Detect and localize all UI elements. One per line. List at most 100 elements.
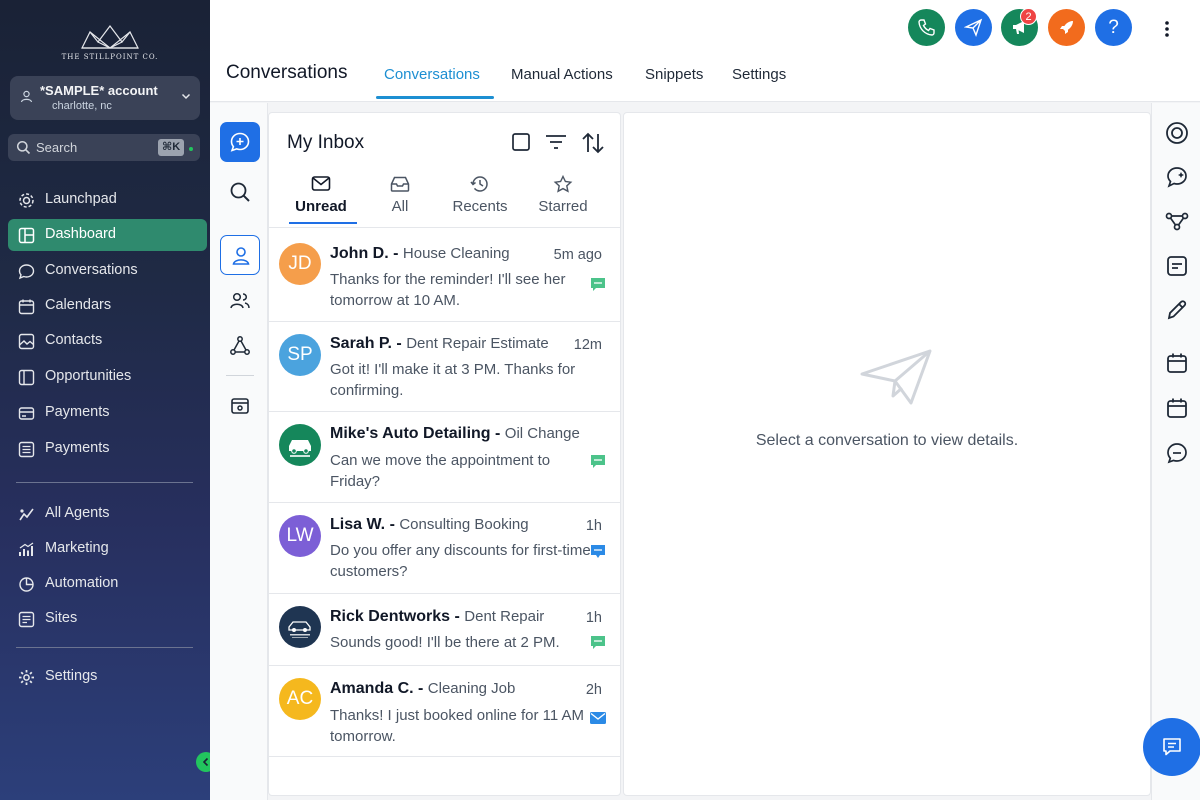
- sidebar-item-payments[interactable]: Payments: [8, 397, 207, 429]
- my-inbox-button[interactable]: [220, 235, 260, 275]
- sms-icon: [591, 636, 605, 649]
- sites-icon: [18, 611, 35, 628]
- conversation-item[interactable]: LW Lisa W. - Consulting Booking 1h Do yo…: [269, 503, 620, 594]
- select-all-checkbox-icon[interactable]: [511, 132, 531, 152]
- search-placeholder: Search: [36, 140, 78, 155]
- contacts-icon: [18, 333, 35, 350]
- sidebar-item-payments-2[interactable]: Payments: [8, 433, 207, 465]
- pen-icon[interactable]: [1165, 298, 1189, 322]
- sidebar-item-label: Opportunities: [45, 368, 132, 384]
- chat-widget-button[interactable]: [1143, 718, 1200, 776]
- new-message-button[interactable]: [220, 122, 260, 162]
- sidebar-item-launchpad[interactable]: Launchpad: [8, 184, 207, 216]
- crown-logo-icon: [81, 25, 139, 49]
- search-icon: [230, 182, 250, 202]
- sidebar-item-sites[interactable]: Sites: [8, 603, 207, 635]
- account-switcher[interactable]: *SAMPLE* account charlotte, nc: [10, 76, 200, 120]
- archived-button[interactable]: [220, 386, 260, 426]
- brand-logo[interactable]: THE STILLPOINT CO.: [60, 22, 160, 64]
- launch-button[interactable]: [1048, 9, 1085, 46]
- tab-settings[interactable]: Settings: [732, 66, 786, 102]
- avatar: [279, 424, 321, 466]
- conversation-preview: Do you offer any discounts for first-tim…: [330, 542, 591, 580]
- filter-tab-starred[interactable]: Starred: [528, 175, 598, 215]
- conversation-item[interactable]: Mike's Auto Detailing - Oil Change Can w…: [269, 412, 620, 503]
- sidebar-item-marketing[interactable]: Marketing: [8, 533, 207, 565]
- conversation-item[interactable]: AC Amanda C. - Cleaning Job 2h Thanks! I…: [269, 666, 620, 757]
- conversation-service: Oil Change: [504, 425, 580, 442]
- conversation-name: John D. - House Cleaning: [330, 245, 510, 262]
- contact-name: Sarah P.: [330, 335, 392, 352]
- email-icon: [590, 712, 606, 724]
- tab-snippets[interactable]: Snippets: [645, 66, 703, 102]
- contact-name: Lisa W.: [330, 516, 386, 533]
- conversation-item[interactable]: JD John D. - House Cleaning 5m ago Thank…: [269, 228, 620, 322]
- chat-plus-icon: [230, 132, 250, 152]
- workflow-icon[interactable]: [1165, 209, 1189, 233]
- conversation-time: 12m: [573, 337, 602, 353]
- conversation-name: Sarah P. - Dent Repair Estimate: [330, 335, 549, 352]
- phone-button[interactable]: [908, 9, 945, 46]
- network-icon: [230, 336, 250, 355]
- ai-chat-icon[interactable]: [1165, 165, 1189, 189]
- user-icon: [232, 247, 250, 265]
- payments-icon: [18, 407, 35, 420]
- notes-icon[interactable]: [1165, 254, 1189, 278]
- conversation-name: Lisa W. - Consulting Booking: [330, 516, 529, 533]
- conversation-name: Rick Dentworks - Dent Repair: [330, 608, 545, 625]
- sidebar-item-label: Sites: [45, 610, 78, 626]
- sidebar-item-opportunities[interactable]: Opportunities: [8, 361, 207, 393]
- help-label: ?: [1108, 17, 1119, 38]
- search-conversations-button[interactable]: [220, 172, 260, 212]
- sidebar-item-label: Calendars: [45, 297, 112, 313]
- sidebar-item-automation[interactable]: Automation: [8, 568, 207, 600]
- calendar-icon[interactable]: [1165, 351, 1189, 375]
- calendar-icon: [18, 299, 35, 315]
- sidebar-item-dashboard[interactable]: Dashboard: [8, 219, 207, 251]
- sidebar-item-label: Dashboard: [45, 226, 116, 242]
- rocket-icon: [1060, 21, 1073, 34]
- sidebar-item-settings[interactable]: Settings: [8, 661, 207, 693]
- inbox-title: My Inbox: [287, 132, 365, 153]
- conversation-preview: Can we move the appointment to Friday?: [330, 452, 551, 490]
- history-icon: [470, 176, 488, 192]
- sidebar-item-all-agents[interactable]: All Agents: [8, 498, 207, 530]
- message-minus-icon[interactable]: [1165, 441, 1189, 465]
- team-icon: [230, 292, 250, 309]
- filter-tab-unread[interactable]: Unread: [286, 175, 356, 215]
- account-location: charlotte, nc: [52, 100, 112, 112]
- conversation-preview: Thanks! I just booked online for 11 AM t…: [330, 707, 585, 745]
- tab-manual-actions[interactable]: Manual Actions: [511, 66, 613, 102]
- conversation-service: Dent Repair Estimate: [406, 335, 549, 352]
- sort-icon[interactable]: [581, 132, 605, 154]
- conversation-detail-pane: Select a conversation to view details.: [623, 112, 1151, 796]
- send-button[interactable]: [955, 9, 992, 46]
- conversation-preview: Got it! I'll make it at 3 PM. Thanks for…: [330, 361, 576, 399]
- more-options-icon[interactable]: [1159, 20, 1175, 38]
- conversation-name: Amanda C. - Cleaning Job: [330, 680, 516, 697]
- sidebar: THE STILLPOINT CO. *SAMPLE* account char…: [0, 0, 216, 800]
- contact-name: Amanda C.: [330, 680, 414, 697]
- gear-icon: [19, 670, 34, 685]
- paper-plane-icon: [964, 18, 983, 37]
- sidebar-divider: [16, 482, 193, 483]
- sidebar-item-calendars[interactable]: Calendars: [8, 290, 207, 322]
- avatar: [279, 606, 321, 648]
- target-icon[interactable]: [1165, 121, 1189, 145]
- sidebar-item-label: All Agents: [45, 505, 110, 521]
- sidebar-item-contacts[interactable]: Contacts: [8, 325, 207, 357]
- team-inbox-button[interactable]: [220, 281, 260, 321]
- sidebar-item-label: Launchpad: [45, 191, 117, 207]
- workflows-button[interactable]: [220, 326, 260, 366]
- conversation-item[interactable]: Rick Dentworks - Dent Repair 1h Sounds g…: [269, 594, 620, 666]
- conversation-item[interactable]: SP Sarah P. - Dent Repair Estimate 12m G…: [269, 322, 620, 412]
- filter-tab-recents[interactable]: Recents: [445, 175, 515, 215]
- filter-icon[interactable]: [545, 132, 567, 152]
- sidebar-item-conversations[interactable]: Conversations: [8, 255, 207, 287]
- user-icon: [20, 90, 33, 103]
- help-button[interactable]: ?: [1095, 9, 1132, 46]
- sidebar-search[interactable]: Search ⌘K: [8, 134, 200, 161]
- sidebar-item-label: Payments: [45, 440, 110, 456]
- filter-tab-all[interactable]: All: [365, 175, 435, 215]
- calendar-alt-icon[interactable]: [1165, 396, 1189, 420]
